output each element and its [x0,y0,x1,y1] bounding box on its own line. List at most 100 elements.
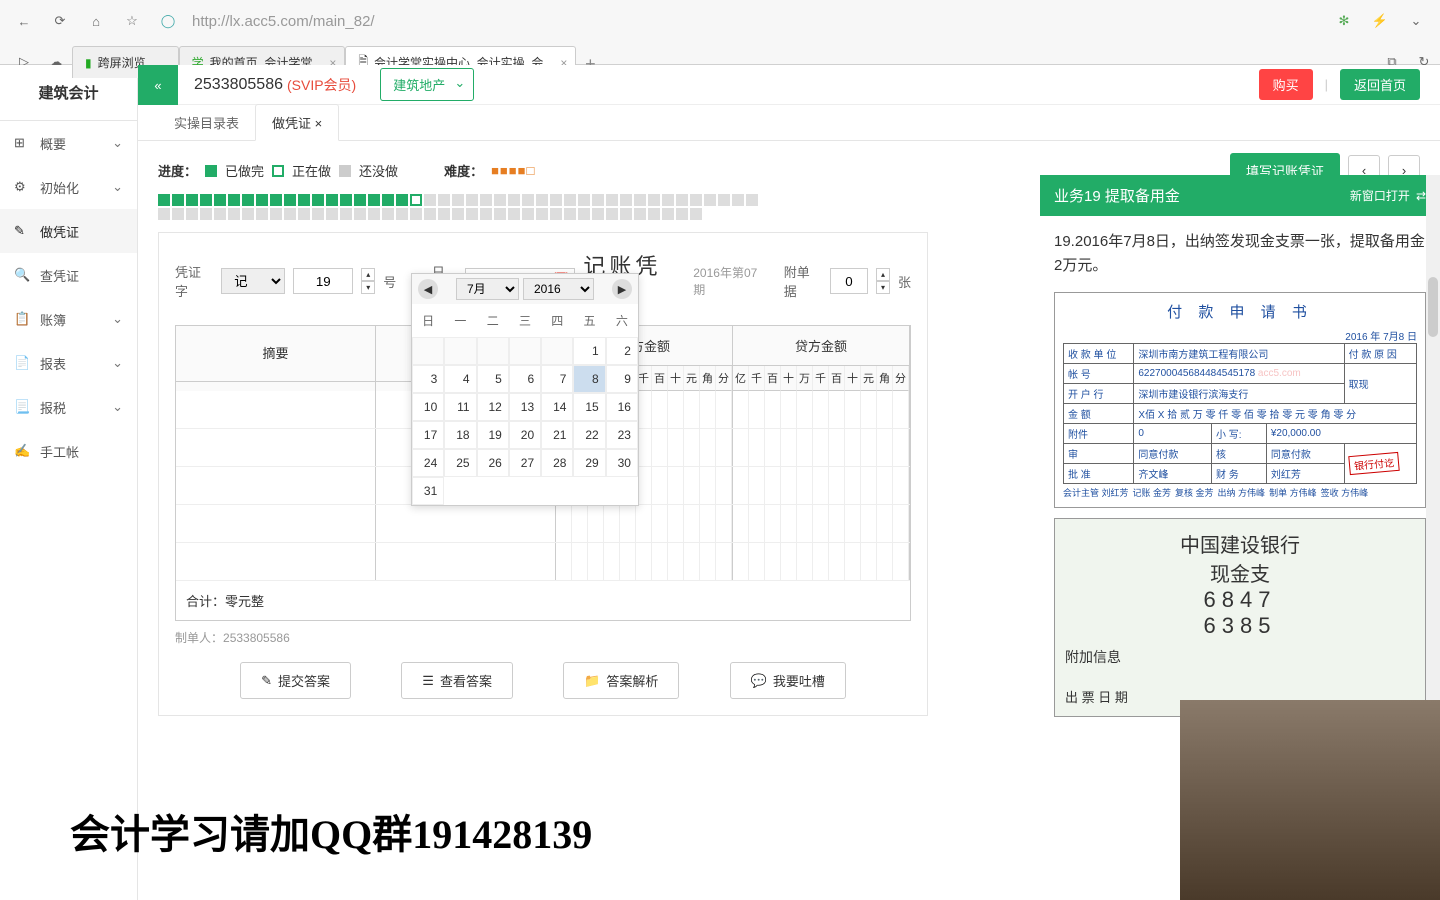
cal-day-20[interactable]: 20 [509,421,541,449]
voucher-word-select[interactable]: 记 [221,268,285,294]
table-row[interactable] [176,543,910,581]
progress-cell[interactable] [606,194,618,206]
cal-day-3[interactable]: 3 [412,365,444,393]
progress-cell[interactable] [648,194,660,206]
progress-cell[interactable] [690,194,702,206]
cal-next-button[interactable]: ▶ [612,279,632,299]
sidebar-item-6[interactable]: 📃报税⌄ [0,385,137,429]
cal-day-14[interactable]: 14 [541,393,573,421]
progress-cell[interactable] [592,194,604,206]
sidebar-item-7[interactable]: ✍手工帐 [0,429,137,473]
progress-cell[interactable] [592,208,604,220]
progress-cell[interactable] [578,208,590,220]
progress-cell[interactable] [424,194,436,206]
return-home-button[interactable]: 返回首页 [1340,69,1420,100]
cal-day-31[interactable]: 31 [412,477,444,505]
progress-cell[interactable] [312,208,324,220]
explain-answer-button[interactable]: 📁答案解析 [563,662,679,699]
cal-day-24[interactable]: 24 [412,449,444,477]
progress-cell[interactable] [396,194,408,206]
progress-cell[interactable] [606,208,618,220]
progress-cell[interactable] [508,194,520,206]
cal-day-30[interactable]: 30 [606,449,638,477]
progress-cell[interactable] [536,194,548,206]
progress-cell[interactable] [522,194,534,206]
progress-cell[interactable] [424,208,436,220]
progress-cell[interactable] [270,194,282,206]
cal-day-12[interactable]: 12 [477,393,509,421]
cal-day-27[interactable]: 27 [509,449,541,477]
progress-cell[interactable] [242,194,254,206]
sidebar-item-1[interactable]: ⚙初始化⌄ [0,165,137,209]
cal-day-5[interactable]: 5 [477,365,509,393]
progress-cell[interactable] [480,208,492,220]
progress-cell[interactable] [466,194,478,206]
progress-cell[interactable] [676,208,688,220]
progress-cell[interactable] [228,208,240,220]
close-icon[interactable]: × [315,116,323,131]
progress-cell[interactable] [718,194,730,206]
progress-cell[interactable] [550,208,562,220]
progress-cell[interactable] [368,208,380,220]
progress-cell[interactable] [662,194,674,206]
cal-day-17[interactable]: 17 [412,421,444,449]
progress-cell[interactable] [284,194,296,206]
progress-cell[interactable] [382,194,394,206]
progress-cell[interactable] [494,208,506,220]
cal-day-2[interactable]: 2 [606,337,638,365]
ext2-icon[interactable]: ⚡ [1368,9,1392,33]
progress-cell[interactable] [410,194,422,206]
number-spinner[interactable]: ▴▾ [361,268,375,294]
feedback-button[interactable]: 💬我要吐槽 [730,662,846,699]
progress-cell[interactable] [256,194,268,206]
cal-day-28[interactable]: 28 [541,449,573,477]
cal-day-22[interactable]: 22 [573,421,605,449]
progress-cell[interactable] [676,194,688,206]
cal-day-23[interactable]: 23 [606,421,638,449]
progress-cell[interactable] [578,194,590,206]
buy-button[interactable]: 购买 [1259,69,1313,100]
submit-answer-button[interactable]: ✎提交答案 [240,662,351,699]
progress-cell[interactable] [312,194,324,206]
progress-cell[interactable] [396,208,408,220]
progress-cell[interactable] [564,194,576,206]
cal-day-21[interactable]: 21 [541,421,573,449]
open-new-window-button[interactable]: 新窗口打开 ⇄ [1350,187,1426,204]
sidebar-item-4[interactable]: 📋账簿⌄ [0,297,137,341]
progress-cell[interactable] [480,194,492,206]
progress-cell[interactable] [452,208,464,220]
tab-catalog[interactable]: 实操目录表 [158,105,255,140]
progress-cell[interactable] [368,194,380,206]
cal-prev-button[interactable]: ◀ [418,279,438,299]
favorite-button[interactable]: ☆ [120,9,144,33]
video-thumbnail[interactable] [1180,700,1440,900]
sidebar-item-0[interactable]: ⊞概要⌄ [0,121,137,165]
cal-day-26[interactable]: 26 [477,449,509,477]
voucher-number-input[interactable] [293,268,353,294]
progress-cell[interactable] [704,194,716,206]
attach-spinner[interactable]: ▴▾ [876,268,890,294]
progress-cell[interactable] [620,208,632,220]
table-row[interactable] [176,505,910,543]
progress-cell[interactable] [340,194,352,206]
sidebar-item-5[interactable]: 📄报表⌄ [0,341,137,385]
progress-cell[interactable] [284,208,296,220]
progress-cell[interactable] [620,194,632,206]
cal-day-9[interactable]: 9 [606,365,638,393]
tab-voucher[interactable]: 做凭证 × [255,104,339,141]
cal-day-7[interactable]: 7 [541,365,573,393]
progress-cell[interactable] [550,194,562,206]
progress-cell[interactable] [522,208,534,220]
progress-cell[interactable] [494,194,506,206]
progress-cell[interactable] [158,208,170,220]
progress-cell[interactable] [634,208,646,220]
cal-day-1[interactable]: 1 [573,337,605,365]
sidebar-item-2[interactable]: ✎做凭证 [0,209,137,253]
progress-cell[interactable] [214,208,226,220]
ext1-icon[interactable]: ✻ [1332,9,1356,33]
progress-cell[interactable] [382,208,394,220]
cal-month-select[interactable]: 7月 [456,278,519,300]
cal-day-15[interactable]: 15 [573,393,605,421]
progress-cell[interactable] [732,194,744,206]
cal-year-select[interactable]: 2016 [523,278,594,300]
